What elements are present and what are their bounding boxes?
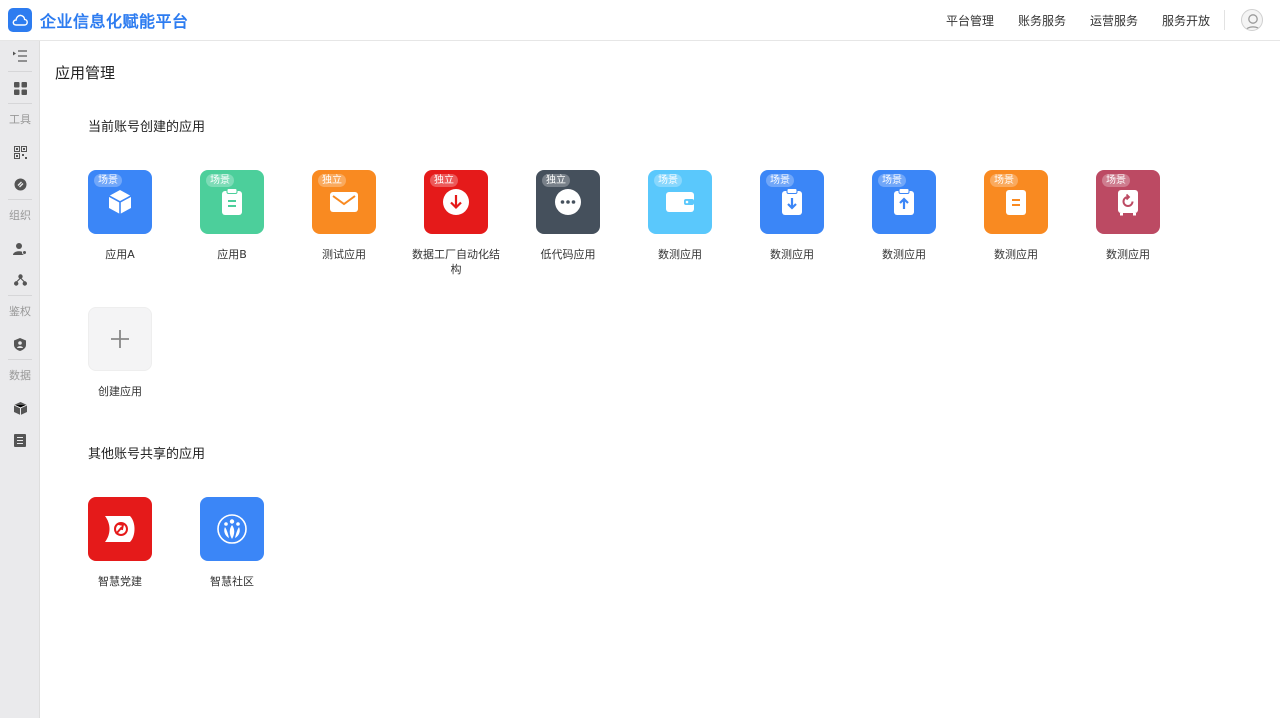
app-title: 企业信息化赋能平台 <box>40 12 189 31</box>
clipboard-upload-icon: 场景 <box>872 170 936 234</box>
app-card[interactable]: 智慧社区 <box>187 497 277 589</box>
wallet-icon: 场景 <box>648 170 712 234</box>
app-card[interactable]: 场景 应用B <box>187 170 277 262</box>
app-name: 数测应用 <box>770 248 814 261</box>
app-tag: 场景 <box>206 174 234 187</box>
data-cube-icon[interactable] <box>0 393 40 423</box>
app-tag: 场景 <box>990 174 1018 187</box>
app-card[interactable]: 独立 低代码应用 <box>523 170 613 262</box>
cube-icon: 场景 <box>88 170 152 234</box>
app-card[interactable]: 智慧党建 <box>75 497 165 589</box>
clipboard-download-icon: 场景 <box>760 170 824 234</box>
document-icon: 场景 <box>984 170 1048 234</box>
sidebar-label-org: 组织 <box>9 209 31 222</box>
brand[interactable]: 企业信息化赋能平台 <box>8 8 189 32</box>
app-tag: 场景 <box>654 174 682 187</box>
app-name: 测试应用 <box>322 248 366 261</box>
own-apps-section-title: 当前账号创建的应用 <box>88 120 206 135</box>
app-name: 智慧社区 <box>210 575 254 588</box>
app-tag: 场景 <box>94 174 122 187</box>
app-name: 数测应用 <box>1106 248 1150 261</box>
refresh-box-icon: 场景 <box>1096 170 1160 234</box>
sidebar: 工具 组织 鉴权 数据 <box>0 41 40 718</box>
app-card[interactable]: 场景 数测应用 <box>971 170 1061 262</box>
shield-user-icon[interactable] <box>0 329 40 359</box>
report-list-icon[interactable] <box>0 425 40 455</box>
link-icon[interactable] <box>0 169 40 199</box>
nav-service-open[interactable]: 服务开放 <box>1162 12 1210 29</box>
cloud-logo-icon <box>8 8 32 32</box>
party-emblem-icon <box>88 497 152 561</box>
app-card[interactable]: 独立 数据工厂自动化结构 <box>411 170 501 277</box>
plus-icon <box>88 307 152 371</box>
top-header: 企业信息化赋能平台 平台管理 账务服务 运营服务 服务开放 <box>0 0 1280 41</box>
sidebar-label-tools: 工具 <box>9 113 31 126</box>
sidebar-label-data: 数据 <box>9 369 31 382</box>
qrcode-icon[interactable] <box>0 137 40 167</box>
app-card[interactable]: 场景 数测应用 <box>635 170 725 262</box>
menu-toggle-icon[interactable] <box>0 41 40 71</box>
mail-icon: 独立 <box>312 170 376 234</box>
org-structure-icon[interactable] <box>0 265 40 295</box>
app-name: 智慧党建 <box>98 575 142 588</box>
app-name: 应用A <box>105 248 135 261</box>
nav-operation-service[interactable]: 运营服务 <box>1090 12 1138 29</box>
create-app-button[interactable]: 创建应用 <box>75 307 165 399</box>
clipboard-icon: 场景 <box>200 170 264 234</box>
app-card[interactable]: 独立 测试应用 <box>299 170 389 262</box>
app-name: 数测应用 <box>882 248 926 261</box>
app-tag: 场景 <box>766 174 794 187</box>
shared-apps-section-title: 其他账号共享的应用 <box>88 447 206 462</box>
more-circle-icon: 独立 <box>536 170 600 234</box>
sidebar-label-auth: 鉴权 <box>9 305 31 318</box>
app-tag: 独立 <box>318 174 346 187</box>
app-card[interactable]: 场景 数测应用 <box>1083 170 1173 262</box>
user-avatar-icon[interactable] <box>1241 9 1263 31</box>
app-name: 数测应用 <box>994 248 1038 261</box>
app-tag: 场景 <box>878 174 906 187</box>
app-name: 数据工厂自动化结构 <box>412 248 500 276</box>
app-card[interactable]: 场景 数测应用 <box>747 170 837 262</box>
main-content: 应用管理 当前账号创建的应用 场景 应用A 场景 应用B 独立 测试应用 独立 … <box>40 41 1280 718</box>
top-nav: 平台管理 账务服务 运营服务 服务开放 <box>922 0 1210 40</box>
app-tag: 场景 <box>1102 174 1130 187</box>
nav-accounting-service[interactable]: 账务服务 <box>1018 12 1066 29</box>
dashboard-grid-icon[interactable] <box>0 73 40 103</box>
app-card[interactable]: 场景 应用A <box>75 170 165 262</box>
community-icon <box>200 497 264 561</box>
nav-platform-management[interactable]: 平台管理 <box>946 12 994 29</box>
app-name: 低代码应用 <box>540 248 596 261</box>
app-tag: 独立 <box>542 174 570 187</box>
app-card[interactable]: 场景 数测应用 <box>859 170 949 262</box>
page-title: 应用管理 <box>55 64 116 82</box>
app-tag: 独立 <box>430 174 458 187</box>
download-circle-icon: 独立 <box>424 170 488 234</box>
create-app-label: 创建应用 <box>98 385 142 398</box>
nav-divider <box>1224 10 1225 30</box>
user-settings-icon[interactable] <box>0 233 40 263</box>
app-name: 数测应用 <box>658 248 702 261</box>
app-name: 应用B <box>217 248 247 261</box>
